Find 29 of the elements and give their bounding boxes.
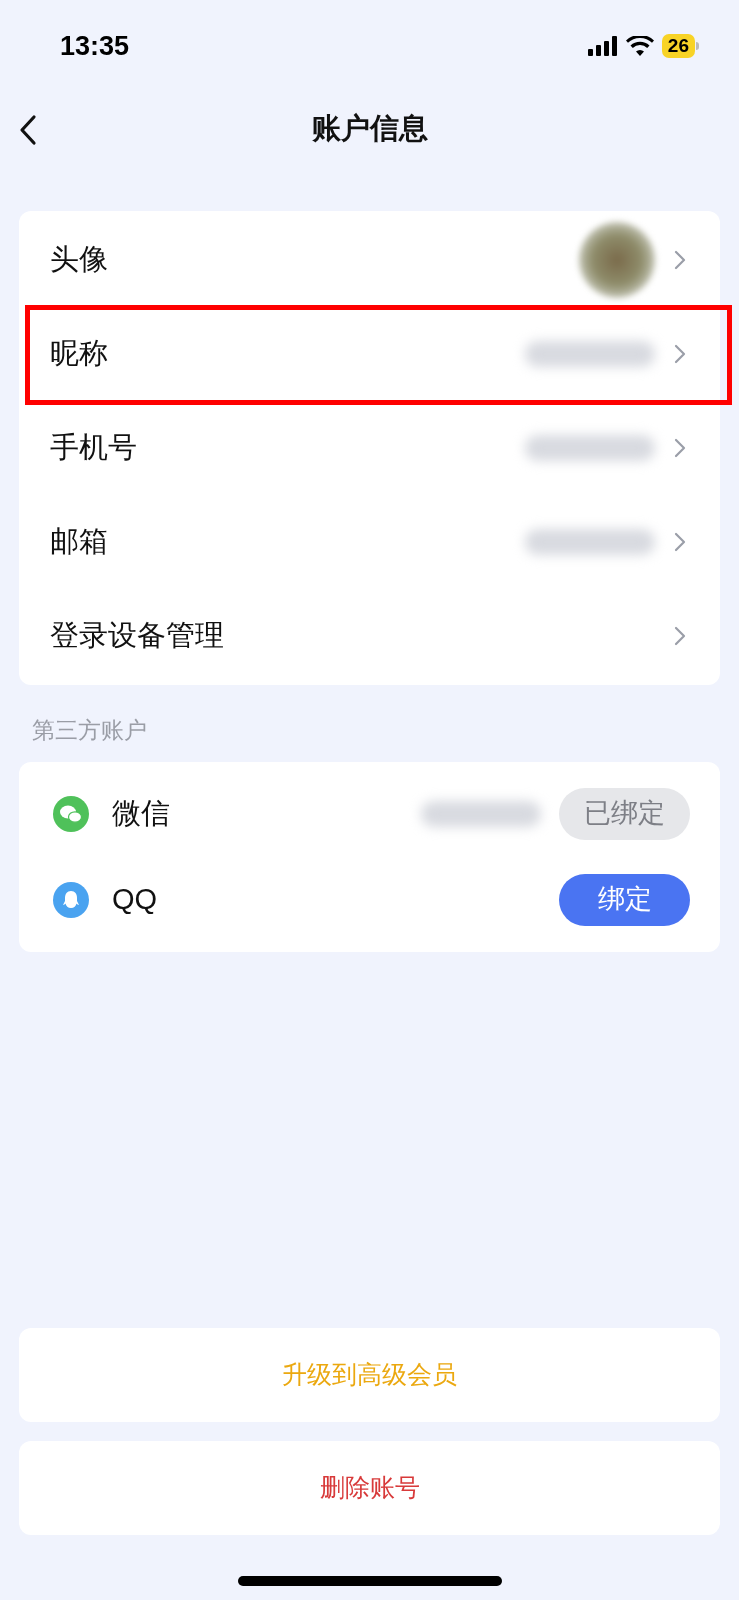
row-label: 登录设备管理 (50, 618, 224, 654)
settings-row[interactable]: 头像 (19, 213, 720, 307)
page-title: 账户信息 (311, 111, 428, 147)
chevron-right-icon (673, 249, 687, 271)
chevron-right-icon (673, 625, 687, 647)
bind-button[interactable]: 绑定 (559, 873, 690, 926)
penguin-icon (53, 881, 89, 918)
signal-icon (587, 36, 618, 56)
row-label: 手机号 (50, 430, 137, 466)
battery-level: 26 (661, 34, 695, 58)
chevron-right-icon (673, 343, 687, 365)
section-label: 第三方账户 (32, 716, 148, 745)
back-icon (18, 114, 38, 146)
chat-bubbles-icon (53, 795, 89, 832)
account-name: 微信 (112, 795, 170, 831)
settings-row[interactable]: 手机号 (19, 401, 720, 495)
chevron-right-icon (673, 437, 687, 459)
account-name: QQ (112, 881, 158, 917)
chevron-right-icon (673, 531, 687, 553)
battery-cap (696, 42, 699, 50)
wifi-icon (625, 36, 654, 56)
row-label: 头像 (50, 242, 108, 278)
row-label: 邮箱 (50, 524, 108, 560)
row-label: 昵称 (50, 336, 108, 372)
status-time: 13:35 (60, 29, 130, 63)
settings-row[interactable]: 邮箱 (19, 495, 720, 589)
settings-row[interactable]: 昵称 (19, 307, 720, 401)
settings-row[interactable]: 登录设备管理 (19, 589, 720, 683)
action-button[interactable]: 删除账号 (19, 1441, 720, 1535)
